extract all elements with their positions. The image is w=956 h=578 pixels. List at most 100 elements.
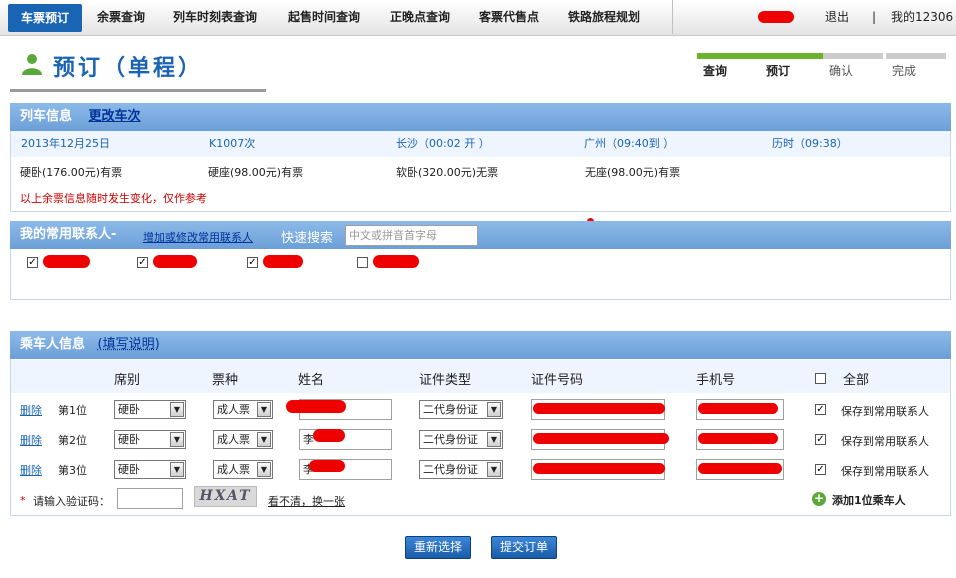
logout-link[interactable]: 退出: [825, 0, 849, 34]
reset-button[interactable]: 重新选择: [405, 536, 471, 559]
redacted-phone: [698, 463, 782, 474]
contact-search-input[interactable]: 中文或拼音首字母: [345, 225, 478, 246]
train-info-header: 列车信息 更改车次: [10, 103, 951, 131]
save-contact-label: 保存到常用联系人: [841, 465, 929, 478]
col-all: 全部: [843, 373, 870, 388]
col-ticket-type: 票种: [212, 373, 239, 388]
availability-warning: 以上余票信息随时发生变化，仅作参考: [20, 192, 207, 205]
col-name: 姓名: [298, 373, 325, 388]
nav-timetable[interactable]: 列车时刻表查询: [173, 0, 257, 34]
redacted-contact-name: [373, 255, 419, 268]
delete-passenger-link[interactable]: 删除: [20, 432, 42, 448]
captcha-input[interactable]: [117, 488, 183, 509]
required-marker: *: [20, 494, 26, 507]
submit-order-button[interactable]: 提交订单: [491, 536, 557, 559]
passenger-info-title: 乘车人信息: [20, 337, 86, 352]
save-contact-checkbox[interactable]: ✓: [815, 434, 826, 445]
save-contact-checkbox[interactable]: ✓: [815, 464, 826, 475]
seat-type-select[interactable]: 硬卧 ▼: [114, 400, 186, 419]
passenger-info-header: 乘车人信息 (填写说明): [10, 331, 951, 359]
seat-type-select[interactable]: 硬卧 ▼: [114, 430, 186, 449]
chevron-down-icon: ▼: [257, 432, 271, 447]
contacts-box: [10, 249, 951, 300]
redacted-contact-name: [263, 255, 303, 268]
refresh-captcha-link[interactable]: 看不清，换一张: [268, 493, 345, 509]
nav-delay-query[interactable]: 正晚点查询: [390, 0, 450, 34]
col-phone: 手机号: [696, 373, 736, 388]
nav-separator: |: [872, 10, 877, 24]
redacted-contact-name: [153, 255, 197, 268]
chevron-down-icon: ▼: [170, 402, 184, 417]
col-id-type: 证件类型: [419, 373, 472, 388]
save-contact-label: 保存到常用联系人: [841, 405, 929, 418]
redacted-name: [286, 400, 346, 413]
col-seat-type: 席别: [114, 373, 141, 388]
chevron-down-icon: ▼: [487, 432, 501, 447]
redacted-phone: [698, 433, 778, 444]
ticket-availability: 无座(98.00元)有票: [585, 166, 681, 179]
ticket-availability: 硬卧(176.00元)有票: [20, 166, 123, 179]
add-passenger-link[interactable]: 添加1位乘车人: [832, 492, 906, 508]
page-title: 预订（单程）: [53, 56, 204, 81]
my12306-link[interactable]: 我的12306: [891, 0, 953, 34]
duration-info: 历时（09:38）: [772, 137, 848, 150]
nav-ticket-booking[interactable]: 车票预订: [8, 4, 82, 32]
captcha-label: 请输入验证码：: [33, 495, 110, 508]
chevron-down-icon: ▼: [257, 402, 271, 417]
ticket-availability: 硬座(98.00元)有票: [208, 166, 304, 179]
arrival-info: 广州（09:40到 ）: [584, 137, 675, 150]
delete-passenger-link[interactable]: 删除: [20, 402, 42, 418]
col-id-number: 证件号码: [531, 373, 584, 388]
add-icon[interactable]: +: [812, 492, 826, 506]
train-info-title: 列车信息: [20, 109, 73, 124]
passenger-index: 第2位: [58, 434, 87, 447]
select-all-checkbox[interactable]: [815, 373, 826, 384]
chevron-down-icon: ▼: [487, 462, 501, 477]
chevron-down-icon: ▼: [257, 462, 271, 477]
train-number: K1007次: [209, 137, 256, 150]
top-navigation: 车票预订 余票查询 列车时刻表查询 起售时间查询 正晚点查询 客票代售点 铁路旅…: [0, 0, 956, 36]
ticket-availability: 软卧(320.00元)无票: [396, 166, 499, 179]
ticket-type-select[interactable]: 成人票 ▼: [213, 460, 273, 479]
step-label: 确认: [829, 64, 854, 78]
save-contact-label: 保存到常用联系人: [841, 435, 929, 448]
passenger-column-header-bar: [11, 360, 950, 393]
passenger-index: 第3位: [58, 464, 87, 477]
contact-checkbox[interactable]: ✓: [27, 257, 38, 268]
redacted-name: [309, 460, 345, 472]
nav-remaining-tickets[interactable]: 余票查询: [97, 0, 145, 34]
user-icon: [22, 54, 42, 75]
chevron-down-icon: ▼: [170, 432, 184, 447]
ticket-type-select[interactable]: 成人票 ▼: [213, 400, 273, 419]
captcha-image[interactable]: HXAT: [194, 486, 257, 507]
edit-contacts-link[interactable]: 增加或修改常用联系人: [143, 229, 253, 245]
chevron-down-icon: ▼: [487, 402, 501, 417]
redacted-id-number: [533, 433, 669, 444]
redacted-contact-name: [43, 255, 90, 268]
nav-divider: [672, 0, 673, 34]
step-label: 完成: [892, 64, 917, 78]
contact-checkbox[interactable]: [357, 257, 368, 268]
save-contact-checkbox[interactable]: ✓: [815, 404, 826, 415]
step-complete: 完成: [886, 53, 946, 79]
redacted-phone: [698, 403, 778, 414]
redacted-username: [758, 11, 794, 23]
nav-trip-planning[interactable]: 铁路旅程规划: [568, 0, 640, 34]
id-type-select[interactable]: 二代身份证 ▼: [419, 460, 503, 479]
delete-passenger-link[interactable]: 删除: [20, 462, 42, 478]
ticket-type-select[interactable]: 成人票 ▼: [213, 430, 273, 449]
contacts-title: 我的常用联系人-: [20, 227, 117, 242]
id-type-select[interactable]: 二代身份证 ▼: [419, 430, 503, 449]
departure-info: 长沙（00:02 开 ）: [396, 137, 490, 150]
nav-sale-time[interactable]: 起售时间查询: [288, 0, 360, 34]
nav-agency[interactable]: 客票代售点: [479, 0, 539, 34]
contact-checkbox[interactable]: ✓: [137, 257, 148, 268]
redacted-id-number: [533, 463, 665, 474]
step-confirm: 确认: [823, 53, 883, 79]
id-type-select[interactable]: 二代身份证 ▼: [419, 400, 503, 419]
train-date: 2013年12月25日: [21, 137, 110, 150]
change-train-link[interactable]: 更改车次: [89, 109, 141, 124]
fill-instructions-link[interactable]: (填写说明): [98, 337, 160, 352]
contact-checkbox[interactable]: ✓: [247, 257, 258, 268]
seat-type-select[interactable]: 硬卧 ▼: [114, 460, 186, 479]
